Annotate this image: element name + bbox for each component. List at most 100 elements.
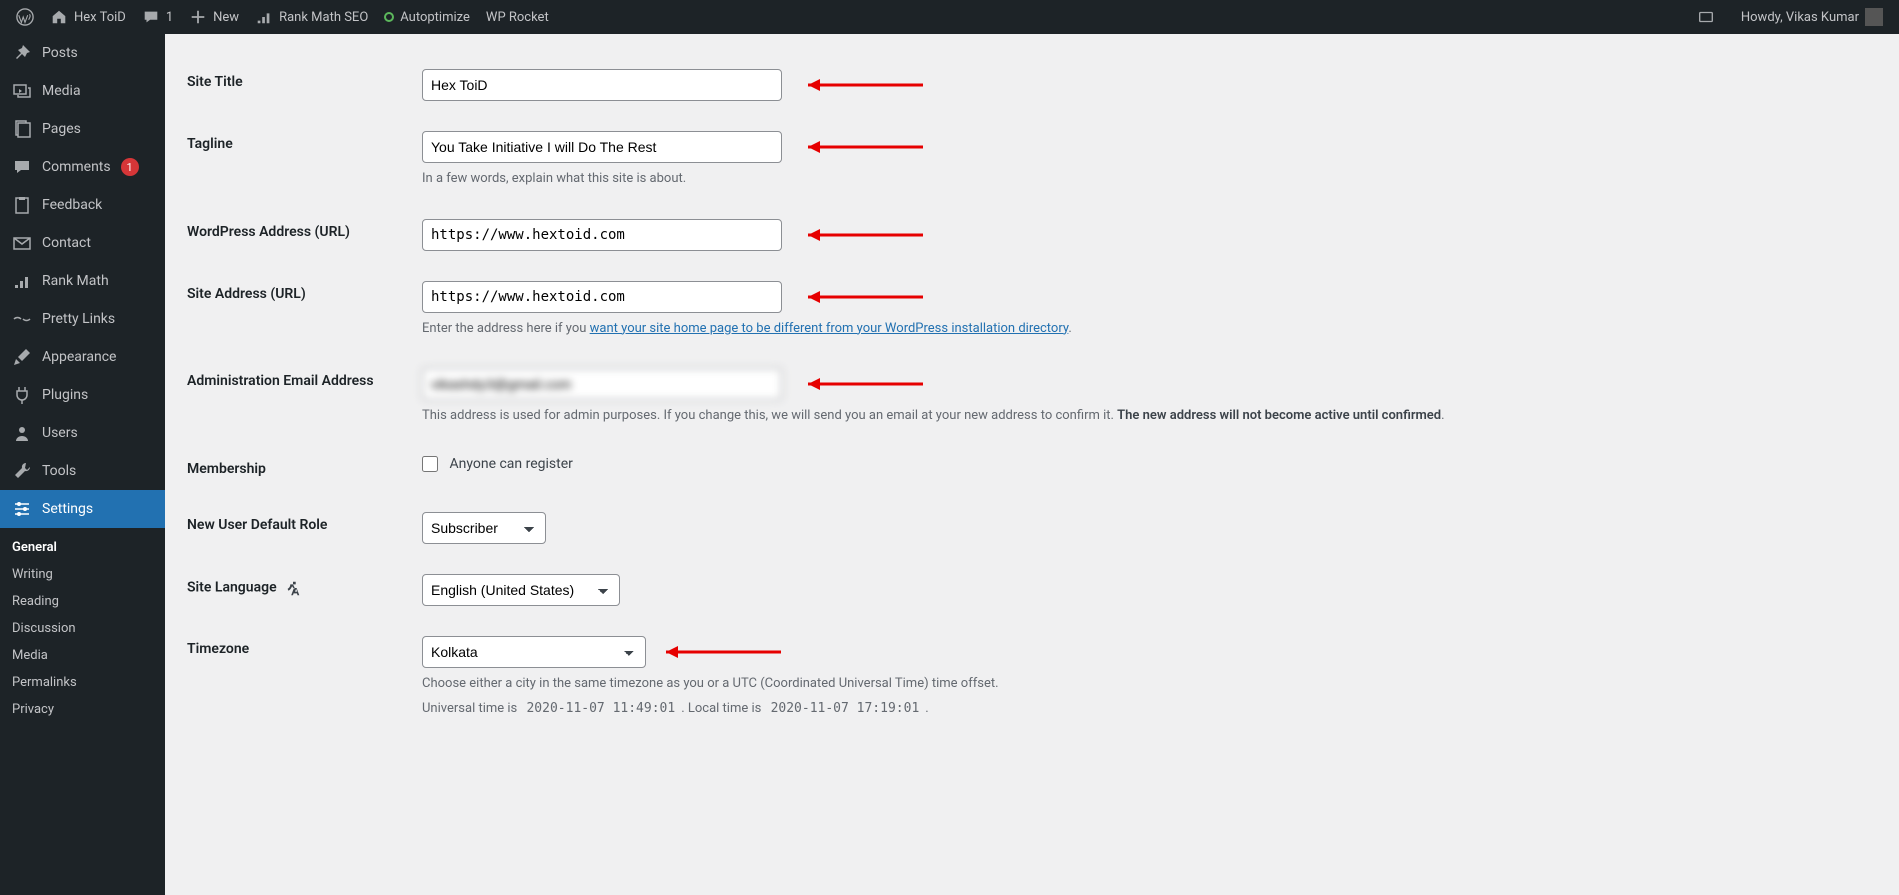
sidebar-item-label: Users [42,425,78,441]
wprocket-link[interactable]: WP Rocket [478,0,557,34]
timezone-description: Choose either a city in the same timezon… [422,674,1482,694]
sidebar-item-comments[interactable]: Comments 1 [0,148,165,186]
membership-checkbox-label[interactable]: Anyone can register [422,456,573,472]
site-name-link[interactable]: Hex ToiD [42,0,134,34]
site-name-text: Hex ToiD [74,10,126,25]
sidebar-item-label: Settings [42,501,93,517]
sidebar-item-plugins[interactable]: Plugins [0,376,165,414]
brush-icon [12,347,32,367]
plus-icon [189,8,207,26]
language-label: Site Language [187,559,412,621]
sidebar-item-feedback[interactable]: Feedback [0,186,165,224]
user-icon [12,423,32,443]
wrench-icon [12,461,32,481]
sidebar-item-label: Appearance [42,349,116,365]
site-address-label: Site Address (URL) [187,266,412,354]
new-content-link[interactable]: New [181,0,247,34]
sidebar-item-label: Tools [42,463,76,479]
sidebar-item-media[interactable]: Media [0,72,165,110]
submenu-privacy[interactable]: Privacy [0,696,165,723]
sidebar-item-prettylinks[interactable]: Pretty Links [0,300,165,338]
site-address-input[interactable] [422,281,782,313]
settings-submenu: General Writing Reading Discussion Media… [0,528,165,733]
sidebar-item-rankmath[interactable]: Rank Math [0,262,165,300]
comments-count: 1 [166,10,173,25]
rankmath-link[interactable]: Rank Math SEO [247,0,376,34]
sidebar-item-tools[interactable]: Tools [0,452,165,490]
mail-icon [12,233,32,253]
timezone-times: Universal time is 2020-11-07 11:49:01. L… [422,699,1482,719]
comments-badge: 1 [121,158,139,176]
submenu-discussion[interactable]: Discussion [0,615,165,642]
new-label: New [213,10,239,25]
default-role-select[interactable]: Subscriber [422,512,546,544]
autoptimize-link[interactable]: Autoptimize [376,0,478,34]
rankmath-label: Rank Math SEO [279,10,368,25]
sidebar-item-label: Rank Math [42,273,109,289]
site-address-help-link[interactable]: want your site home page to be different… [590,321,1069,336]
plug-icon [12,385,32,405]
wp-logo[interactable] [8,0,42,34]
comments-link[interactable]: 1 [134,0,181,34]
wordpress-icon [16,8,34,26]
wp-address-label: WordPress Address (URL) [187,204,412,266]
admin-topbar: Hex ToiD 1 New Rank Math SEO Autoptimize… [0,0,1899,34]
submenu-general[interactable]: General [0,534,165,561]
tagline-input[interactable] [422,131,782,163]
arrow-annotation [788,137,928,157]
notifications[interactable] [1689,0,1723,34]
media-icon [12,81,32,101]
home-icon [50,8,68,26]
arrow-annotation [788,374,928,394]
tagline-description: In a few words, explain what this site i… [422,169,1482,189]
comment-icon [142,8,160,26]
wprocket-label: WP Rocket [486,10,549,25]
pushpin-icon [12,43,32,63]
submenu-reading[interactable]: Reading [0,588,165,615]
sidebar-item-settings[interactable]: Settings [0,490,165,528]
sidebar-item-label: Comments [42,159,111,175]
sidebar-item-appearance[interactable]: Appearance [0,338,165,376]
submenu-writing[interactable]: Writing [0,561,165,588]
submenu-permalinks[interactable]: Permalinks [0,669,165,696]
admin-email-input[interactable] [422,368,782,400]
timezone-select[interactable]: Kolkata [422,636,646,668]
settings-content: Site Title Tagline In a few words, expla… [165,34,1899,895]
sidebar-item-posts[interactable]: Posts [0,34,165,72]
language-select[interactable]: English (United States) [422,574,620,606]
arrow-annotation [788,287,928,307]
link-icon [12,309,32,329]
account-link[interactable]: Howdy, Vikas Kumar [1733,0,1891,34]
sidebar-item-label: Media [42,83,81,99]
comment-icon [12,157,32,177]
sidebar-item-contact[interactable]: Contact [0,224,165,262]
chart-icon [255,8,273,26]
timezone-label: Timezone [187,621,412,734]
sliders-icon [12,499,32,519]
sidebar-item-pages[interactable]: Pages [0,110,165,148]
sidebar-item-label: Pages [42,121,81,137]
admin-email-description: This address is used for admin purposes.… [422,406,1482,426]
submenu-media[interactable]: Media [0,642,165,669]
sidebar-item-label: Plugins [42,387,88,403]
chart-icon [12,271,32,291]
avatar [1865,8,1883,26]
sidebar-item-label: Feedback [42,197,102,213]
admin-email-label: Administration Email Address [187,353,412,441]
membership-label: Membership [187,441,412,497]
autoptimize-label: Autoptimize [400,10,470,25]
arrow-annotation [788,225,928,245]
admin-sidebar: Posts Media Pages Comments 1 Feedback Co… [0,34,165,895]
sidebar-item-users[interactable]: Users [0,414,165,452]
membership-checkbox[interactable] [422,456,438,472]
sidebar-item-label: Pretty Links [42,311,115,327]
sidebar-item-label: Contact [42,235,91,251]
greeting-text: Howdy, Vikas Kumar [1741,10,1859,25]
translate-icon [284,579,302,597]
site-title-input[interactable] [422,69,782,101]
clipboard-icon [12,195,32,215]
page-icon [12,119,32,139]
default-role-label: New User Default Role [187,497,412,559]
wp-address-input[interactable] [422,219,782,251]
arrow-annotation [788,75,928,95]
